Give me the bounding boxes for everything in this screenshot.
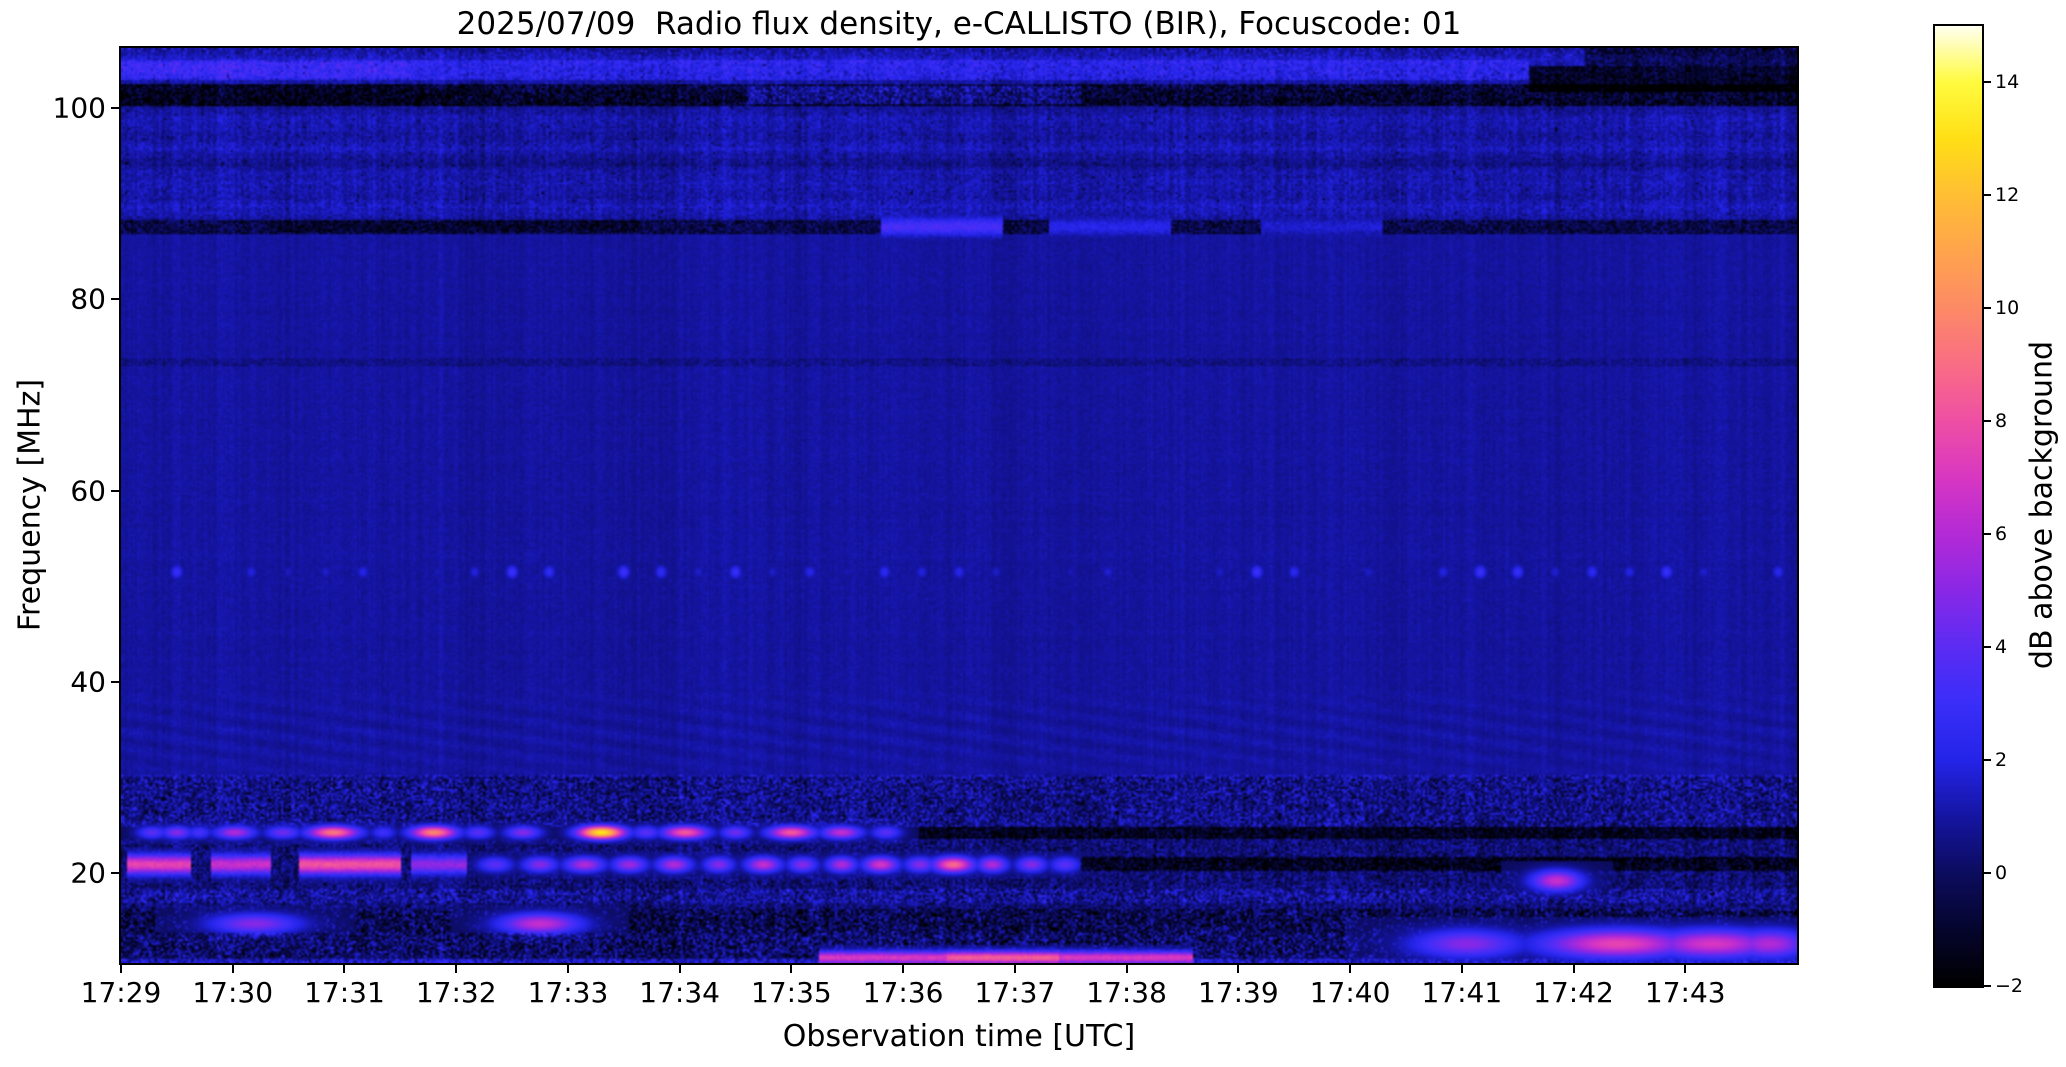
colorbar-tick-label: 12: [1995, 184, 2020, 207]
plot-frame: [119, 46, 1799, 965]
x-tick-label: 17:29: [80, 976, 162, 1009]
y-tick-mark: [111, 872, 121, 875]
x-tick-label: 17:37: [974, 976, 1056, 1009]
x-tick-label: 17:40: [1309, 976, 1391, 1009]
x-tick-label: 17:34: [639, 976, 721, 1009]
spectrogram-figure: 2025/07/09 Radio flux density, e-CALLIST…: [0, 0, 2066, 1067]
x-tick-label: 17:30: [192, 976, 274, 1009]
x-tick-mark: [1125, 963, 1128, 973]
y-tick-mark: [111, 298, 121, 301]
y-tick-label: 40: [70, 665, 106, 699]
x-tick-label: 17:41: [1421, 976, 1503, 1009]
colorbar-tick-label: 14: [1995, 71, 2020, 94]
x-tick-mark: [231, 963, 234, 973]
x-tick-label: 17:38: [1086, 976, 1167, 1009]
x-axis-label: Observation time [UTC]: [782, 1019, 1136, 1054]
y-tick-label: 100: [52, 91, 106, 125]
colorbar: [1933, 24, 1984, 988]
colorbar-tick-label: 8: [1995, 410, 2008, 433]
x-tick-mark: [343, 963, 346, 973]
colorbar-tick-label: 10: [1995, 297, 2020, 320]
x-tick-label: 17:39: [1197, 976, 1279, 1009]
y-tick-mark: [111, 107, 121, 110]
x-tick-mark: [678, 963, 681, 973]
x-tick-mark: [1237, 963, 1240, 973]
chart-title: 2025/07/09 Radio flux density, e-CALLIST…: [456, 6, 1462, 42]
y-tick-label: 80: [70, 282, 106, 316]
x-tick-label: 17:43: [1644, 976, 1726, 1009]
colorbar-tick-label: −2: [1995, 975, 2024, 997]
x-tick-label: 17:35: [751, 976, 832, 1009]
x-tick-mark: [790, 963, 793, 973]
y-axis-label: Frequency [MHz]: [12, 378, 48, 632]
x-tick-mark: [1572, 963, 1575, 973]
x-tick-mark: [566, 963, 569, 973]
x-tick-mark: [455, 963, 458, 973]
x-tick-mark: [1460, 963, 1463, 973]
y-tick-mark: [111, 680, 121, 683]
colorbar-tick-label: 2: [1995, 749, 2008, 772]
x-tick-mark: [1684, 963, 1687, 973]
x-tick-label: 17:36: [862, 976, 944, 1009]
x-tick-mark: [1013, 963, 1016, 973]
colorbar-label: dB above background: [2024, 340, 2060, 670]
colorbar-tick-label: 4: [1995, 636, 2008, 659]
x-tick-label: 17:33: [527, 976, 609, 1009]
x-tick-label: 17:42: [1533, 976, 1614, 1009]
colorbar-tick-label: 6: [1995, 523, 2008, 546]
x-tick-mark: [1349, 963, 1352, 973]
x-tick-label: 17:32: [415, 976, 497, 1009]
y-tick-label: 20: [70, 856, 106, 890]
x-tick-label: 17:31: [304, 976, 385, 1009]
y-tick-mark: [111, 489, 121, 492]
colorbar-gradient: [1935, 26, 1982, 986]
colorbar-tick-label: 0: [1995, 862, 2008, 885]
x-tick-mark: [902, 963, 905, 973]
spectrogram-heatmap: [121, 48, 1797, 963]
x-tick-mark: [120, 963, 122, 973]
